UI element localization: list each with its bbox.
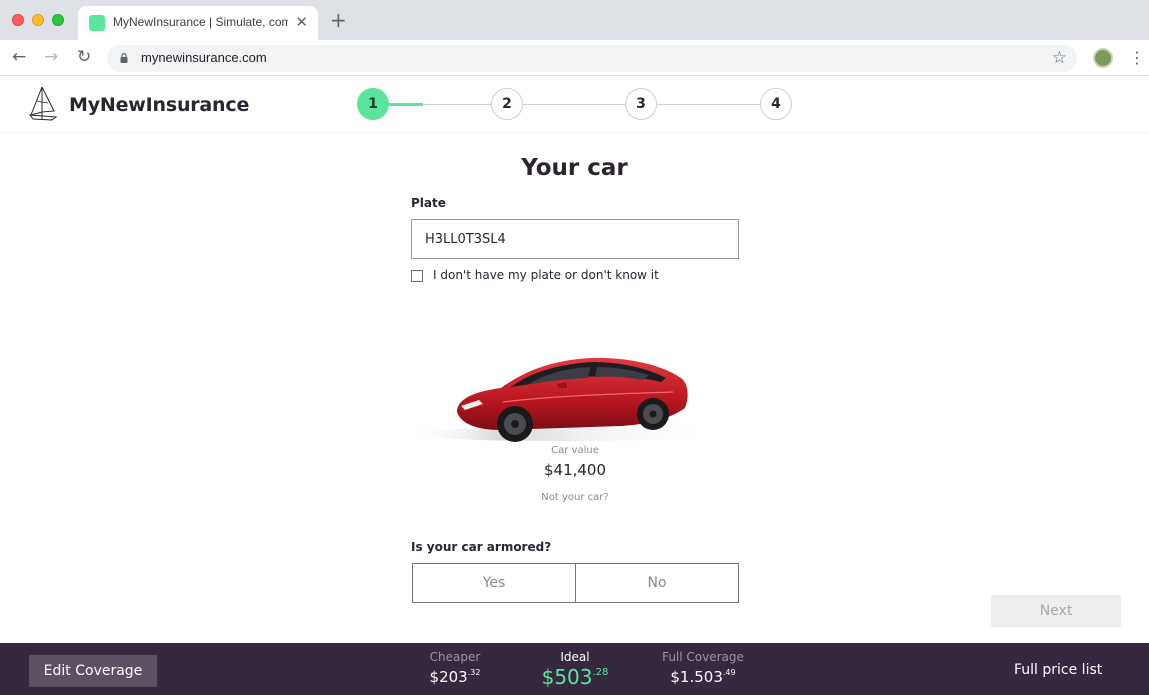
brand-name[interactable]: MyNewInsurance: [69, 94, 249, 116]
browser-menu-icon[interactable]: ⋮: [1129, 48, 1145, 68]
maximize-window-button[interactable]: [52, 14, 64, 26]
full-price-list-link[interactable]: Full price list: [1014, 662, 1102, 678]
step-4[interactable]: 4: [760, 88, 792, 120]
plan-name: Cheaper: [429, 650, 481, 664]
plan-ideal[interactable]: Ideal $503.28: [530, 650, 620, 688]
close-window-button[interactable]: [12, 14, 24, 26]
url-text: mynewinsurance.com: [141, 50, 267, 65]
lock-icon: [120, 53, 128, 63]
plan-price: $203.32: [429, 668, 481, 686]
sailboat-logo-icon[interactable]: [28, 85, 58, 121]
reload-icon[interactable]: ↻: [77, 47, 91, 67]
not-your-car-link[interactable]: Not your car?: [411, 492, 739, 503]
forward-arrow-icon[interactable]: →: [44, 47, 58, 67]
tab-close-icon[interactable]: ✕: [295, 13, 308, 31]
bookmark-star-icon[interactable]: ☆: [1052, 48, 1067, 68]
plan-price: $1.503.49: [670, 668, 736, 686]
plan-price: $503.28: [541, 665, 609, 689]
no-plate-label[interactable]: I don't have my plate or don't know it: [433, 268, 659, 282]
step-1[interactable]: 1: [357, 88, 389, 120]
car-value: $41,400: [543, 461, 607, 479]
armored-toggle-group: Yes No: [412, 563, 739, 603]
armored-yes-button[interactable]: Yes: [413, 564, 575, 602]
step-connector: [657, 104, 760, 105]
armored-label: Is your car armored?: [411, 540, 552, 554]
next-button[interactable]: Next: [991, 595, 1121, 627]
plan-name: Ideal: [560, 650, 590, 664]
plate-input[interactable]: [411, 219, 739, 259]
edit-coverage-button[interactable]: Edit Coverage: [29, 655, 157, 687]
tab-title: MyNewInsurance | Simulate, compare and s…: [113, 15, 288, 29]
price-footer: Edit Coverage Cheaper $203.32 Ideal $503…: [0, 643, 1149, 695]
step-3[interactable]: 3: [625, 88, 657, 120]
site-header: MyNewInsurance 1 2 3 4: [0, 77, 1149, 133]
plate-label: Plate: [411, 196, 446, 210]
plan-name: Full Coverage: [662, 650, 744, 664]
car-value-label: Car value: [551, 445, 599, 456]
favicon-icon: [89, 15, 105, 31]
profile-avatar[interactable]: [1093, 48, 1113, 68]
step-2[interactable]: 2: [491, 88, 523, 120]
browser-tab[interactable]: MyNewInsurance | Simulate, compare and s…: [78, 6, 318, 40]
browser-tab-bar: MyNewInsurance | Simulate, compare and s…: [0, 0, 1149, 40]
page-title: Your car: [521, 155, 628, 181]
no-plate-checkbox[interactable]: [411, 270, 423, 282]
new-tab-button[interactable]: +: [330, 10, 347, 30]
plan-cheaper[interactable]: Cheaper $203.32: [410, 650, 500, 688]
address-bar[interactable]: mynewinsurance.com ☆: [107, 45, 1077, 72]
back-arrow-icon[interactable]: ←: [12, 47, 26, 67]
browser-toolbar: ← → ↻ mynewinsurance.com ☆ ⋮: [0, 40, 1149, 76]
step-progress-bar: [389, 103, 423, 106]
minimize-window-button[interactable]: [32, 14, 44, 26]
car-image: [411, 357, 701, 442]
plan-full-coverage[interactable]: Full Coverage $1.503.49: [652, 650, 754, 688]
armored-no-button[interactable]: No: [575, 564, 738, 602]
step-connector: [523, 104, 625, 105]
